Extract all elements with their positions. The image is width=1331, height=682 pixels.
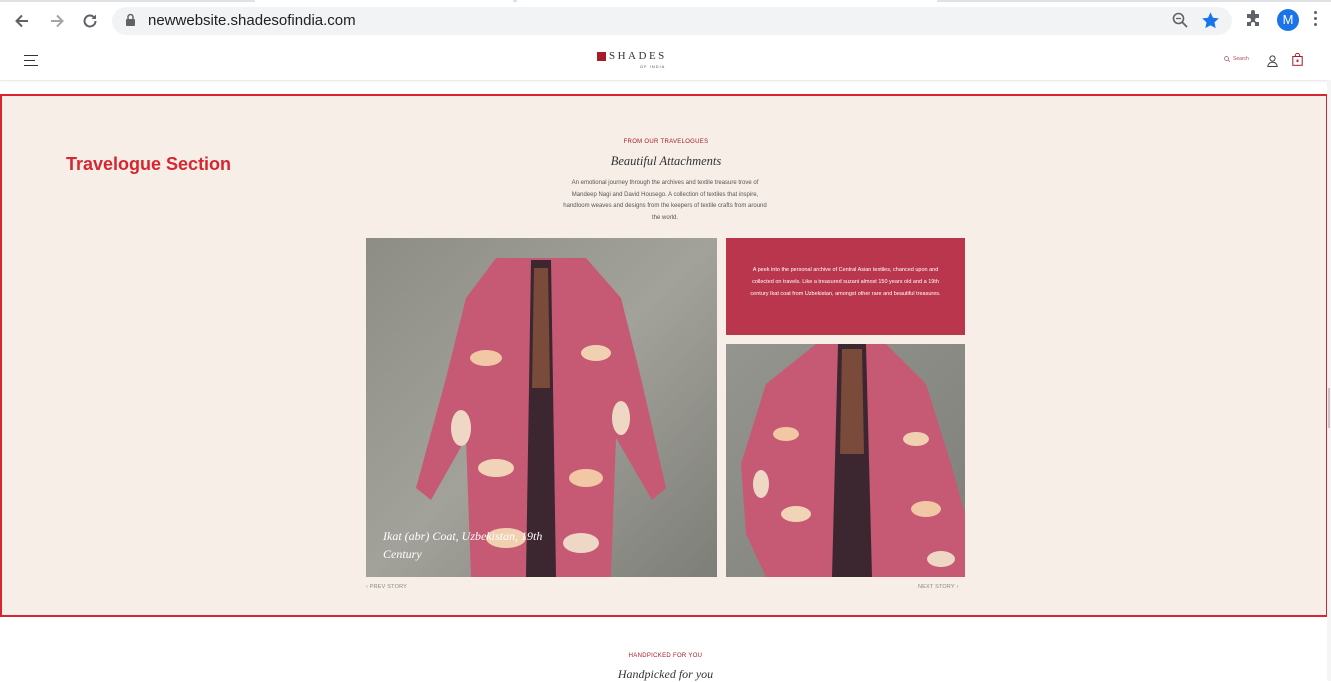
address-bar[interactable]: newwebsite.shadesofindia.com xyxy=(112,7,1232,35)
active-tab-edge xyxy=(255,0,513,2)
inactive-tab-edge xyxy=(517,0,937,2)
bag-icon[interactable] xyxy=(1292,52,1303,71)
logo-subtitle: OF INDIA xyxy=(640,64,666,69)
image-caption: Ikat (abr) Coat, Uzbekistan, 19th Centur… xyxy=(383,529,543,561)
logo-square-icon xyxy=(597,52,606,61)
page-scrollbar[interactable] xyxy=(1327,80,1331,681)
star-icon[interactable] xyxy=(1201,11,1220,35)
handpicked-eyebrow: HANDPICKED FOR YOU xyxy=(628,653,703,659)
search-label: Search xyxy=(1233,56,1249,62)
section-intro: An emotional journey through the archive… xyxy=(563,180,767,221)
url-text[interactable]: newwebsite.shadesofindia.com xyxy=(148,12,356,29)
extensions-icon[interactable] xyxy=(1243,9,1263,34)
search-button[interactable]: Search xyxy=(1224,56,1249,62)
prev-story-link[interactable]: ‹ PREV STORY xyxy=(366,584,407,590)
logo-wordmark: SHADES xyxy=(609,50,667,62)
user-icon[interactable] xyxy=(1267,54,1278,72)
search-icon xyxy=(1224,56,1230,62)
zoom-icon[interactable] xyxy=(1172,12,1188,33)
site-header: SHADES OF INDIA Search xyxy=(0,41,1331,81)
reload-icon[interactable] xyxy=(78,9,102,33)
forward-icon[interactable] xyxy=(45,9,69,33)
section-eyebrow: FROM OUR TRAVELOGUES xyxy=(623,139,709,145)
profile-avatar[interactable]: M xyxy=(1277,9,1299,31)
tab-strip-edge xyxy=(0,0,1331,2)
section-title: Beautiful Attachments xyxy=(610,154,722,168)
lock-icon[interactable] xyxy=(125,13,136,32)
ikat-coat-photo-small xyxy=(726,344,965,577)
browser-toolbar: newwebsite.shadesofindia.com M xyxy=(0,0,1331,42)
kebab-menu-icon[interactable] xyxy=(1314,11,1318,29)
next-story-link[interactable]: NEXT STORY › xyxy=(918,584,959,590)
site-logo[interactable]: SHADES OF INDIA xyxy=(597,50,677,73)
travelogue-section: Travelogue Section FROM OUR TRAVELOGUES … xyxy=(0,94,1328,617)
scrollbar-thumb[interactable] xyxy=(1328,388,1330,428)
hamburger-icon[interactable] xyxy=(24,55,38,70)
handpicked-title: Handpicked for you xyxy=(617,667,714,681)
back-icon[interactable] xyxy=(10,9,34,33)
description-text: A peek into the personal archive of Cent… xyxy=(750,267,941,297)
coat-image-small[interactable] xyxy=(726,344,965,577)
coat-image-large[interactable]: Ikat (abr) Coat, Uzbekistan, 19th Centur… xyxy=(366,238,717,577)
description-panel: A peek into the personal archive of Cent… xyxy=(726,238,965,335)
